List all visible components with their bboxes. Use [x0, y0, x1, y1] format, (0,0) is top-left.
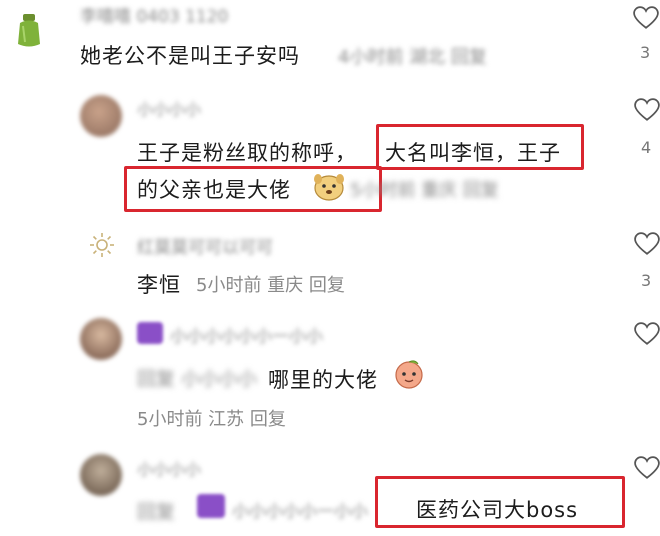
like-count: 4: [641, 138, 652, 157]
reply-to-user[interactable]: 回复: [137, 497, 175, 524]
username[interactable]: 红莫莫可可以可可: [137, 233, 273, 258]
like-heart-icon[interactable]: [633, 6, 659, 30]
comment-meta: 5小时前 重庆 回复: [350, 180, 499, 201]
reply-target-name[interactable]: 小小小小小一小小: [232, 497, 368, 522]
username[interactable]: 小小小小小小一小小: [170, 322, 323, 347]
avatar-bottle-icon[interactable]: [16, 14, 42, 48]
comment-text: 哪里的大佬: [268, 368, 378, 392]
avatar[interactable]: [80, 95, 122, 137]
like-heart-icon[interactable]: [634, 232, 660, 256]
comment-text-line1a: 王子是粉丝取的称呼，: [137, 141, 357, 165]
comment-meta: 4小时前 湖北 回复: [338, 47, 487, 68]
sun-avatar-icon[interactable]: [89, 232, 115, 258]
reply-to-user[interactable]: 回复 小小小小: [137, 364, 257, 391]
like-count: 3: [641, 271, 652, 290]
comment-text-line1b: 大名叫李恒，王子: [385, 141, 561, 165]
comment-text: 李恒: [137, 273, 181, 297]
comment-meta: 5小时前 江苏 回复: [137, 409, 286, 430]
comment-text: 医药公司大boss: [416, 498, 579, 522]
peach-emoji-icon: [395, 360, 423, 389]
like-count: 3: [640, 43, 651, 62]
username[interactable]: 李嘻嘻 0403 1120: [80, 2, 228, 27]
username[interactable]: 小小小小: [137, 456, 201, 480]
dog-emoji-icon: [314, 174, 344, 201]
badge-icon: [197, 494, 225, 518]
avatar[interactable]: [80, 318, 122, 360]
like-heart-icon[interactable]: [634, 322, 660, 346]
comment-meta: 5小时前 重庆 回复: [196, 275, 345, 296]
comment-text: 她老公不是叫王子安吗: [80, 44, 300, 68]
like-heart-icon[interactable]: [634, 456, 660, 480]
avatar[interactable]: [80, 454, 122, 496]
comment-text-line2: 的父亲也是大佬: [137, 178, 291, 202]
like-heart-icon[interactable]: [634, 98, 660, 122]
badge-icon: [137, 322, 163, 344]
username[interactable]: 小小小小: [137, 96, 201, 120]
